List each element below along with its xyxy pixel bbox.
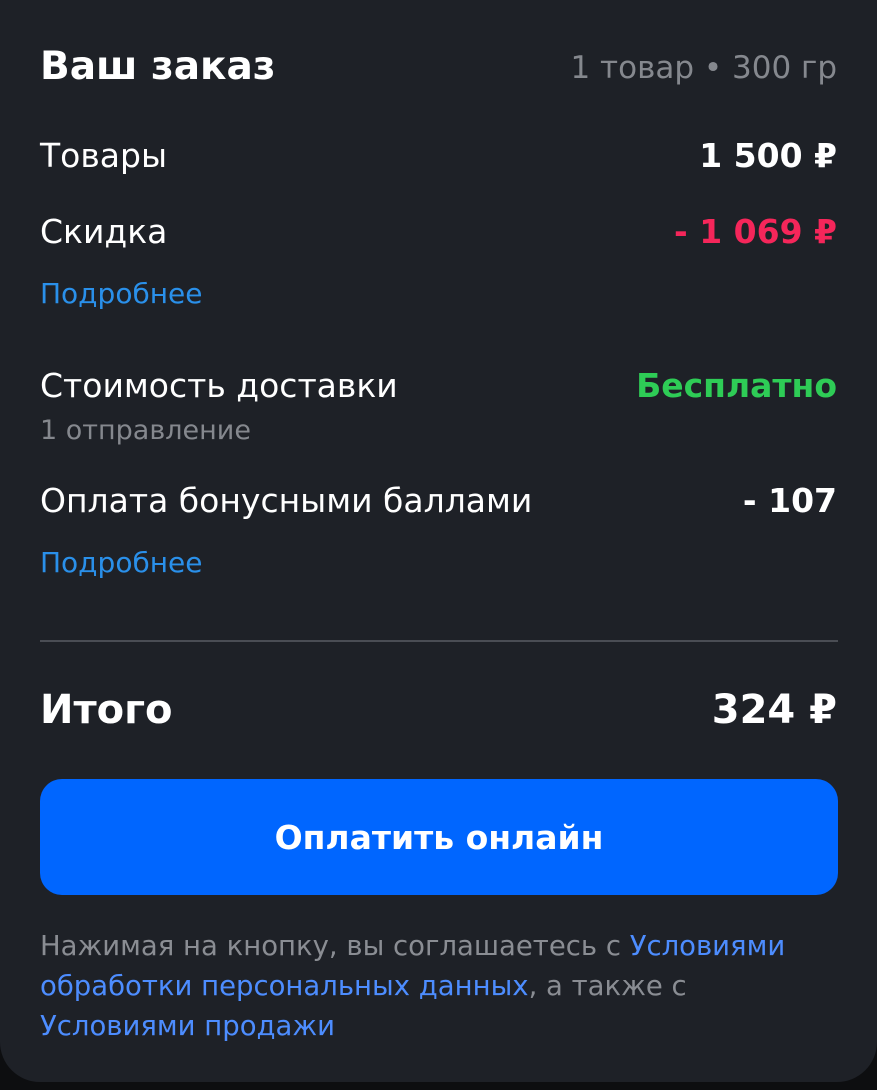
delivery-label: Стоимость доставки [40, 366, 398, 405]
delivery-note: 1 отправление [40, 415, 251, 446]
order-title: Ваш заказ [40, 44, 276, 89]
discount-value: - 1 069 ₽ [674, 212, 837, 251]
bonus-value: - 107 [742, 481, 837, 520]
delivery-value: Бесплатно [636, 366, 837, 405]
bonus-label: Оплата бонусными баллами [40, 481, 533, 520]
goods-value: 1 500 ₽ [699, 136, 837, 175]
legal-prefix: Нажимая на кнопку, вы соглашаетесь с [40, 930, 630, 962]
order-summary: 1 товар • 300 гр [570, 50, 837, 86]
total-label: Итого [40, 687, 173, 733]
total-value: 324 ₽ [711, 687, 837, 733]
goods-label: Товары [40, 136, 168, 175]
pay-online-button[interactable]: Оплатить онлайн [40, 779, 838, 895]
discount-details-link[interactable]: Подробнее [40, 280, 202, 308]
divider [40, 640, 838, 642]
discount-label: Скидка [40, 212, 168, 251]
legal-middle: , а также с [528, 970, 687, 1002]
sale-terms-link[interactable]: Условиями продажи [40, 1010, 335, 1042]
bonus-details-link[interactable]: Подробнее [40, 549, 202, 577]
legal-notice: Нажимая на кнопку, вы соглашаетесь с Усл… [40, 926, 840, 1046]
